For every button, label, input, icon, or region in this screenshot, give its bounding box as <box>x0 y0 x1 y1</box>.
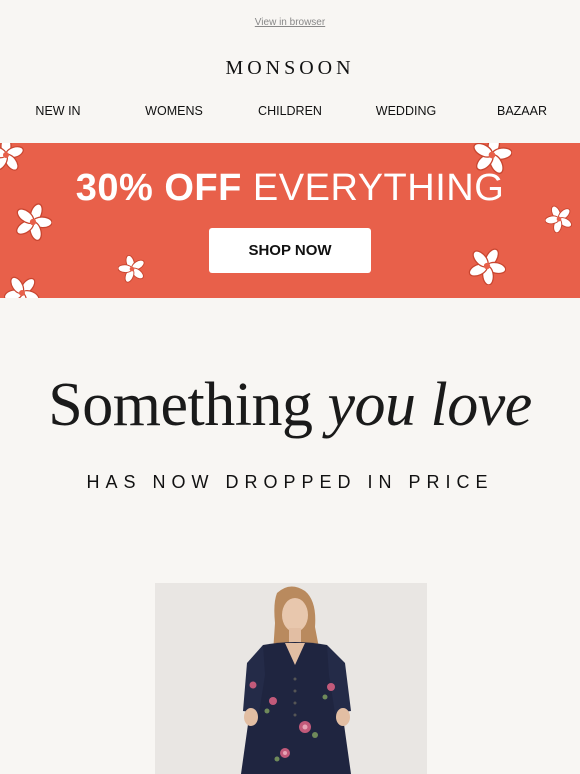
nav-item-new-in[interactable]: NEW IN <box>35 104 80 118</box>
sale-headline-regular: EVERYTHING <box>252 167 505 209</box>
view-in-browser-link[interactable]: View in browser <box>0 17 580 28</box>
nav-item-bazaar[interactable]: BAZAAR <box>497 104 547 118</box>
flower-icon <box>4 275 40 298</box>
shop-now-button[interactable]: SHOP NOW <box>209 228 371 273</box>
hero-headline: Something you love <box>0 370 580 441</box>
nav-item-children[interactable]: CHILDREN <box>258 104 322 118</box>
product-image[interactable] <box>155 583 427 774</box>
sale-headline-bold: 30% OFF <box>75 167 242 209</box>
brand-logo[interactable]: MONSOON <box>0 57 580 80</box>
main-nav: NEW IN WOMENS CHILDREN WEDDING BAZAAR <box>0 104 580 120</box>
hero-subline: HAS NOW DROPPED IN PRICE <box>86 472 494 492</box>
sale-headline: 30% OFF EVERYTHING <box>0 167 580 210</box>
hero-headline-regular: Something <box>48 371 313 439</box>
hero-headline-italic: you love <box>327 371 532 439</box>
sale-banner[interactable]: 30% OFF EVERYTHING SHOP NOW <box>0 143 580 298</box>
flower-icon <box>468 247 506 285</box>
navy-floral-dress-photo-icon <box>155 583 427 774</box>
nav-item-wedding[interactable]: WEDDING <box>376 104 436 118</box>
nav-item-womens[interactable]: WOMENS <box>145 104 203 118</box>
flower-icon <box>118 255 146 283</box>
